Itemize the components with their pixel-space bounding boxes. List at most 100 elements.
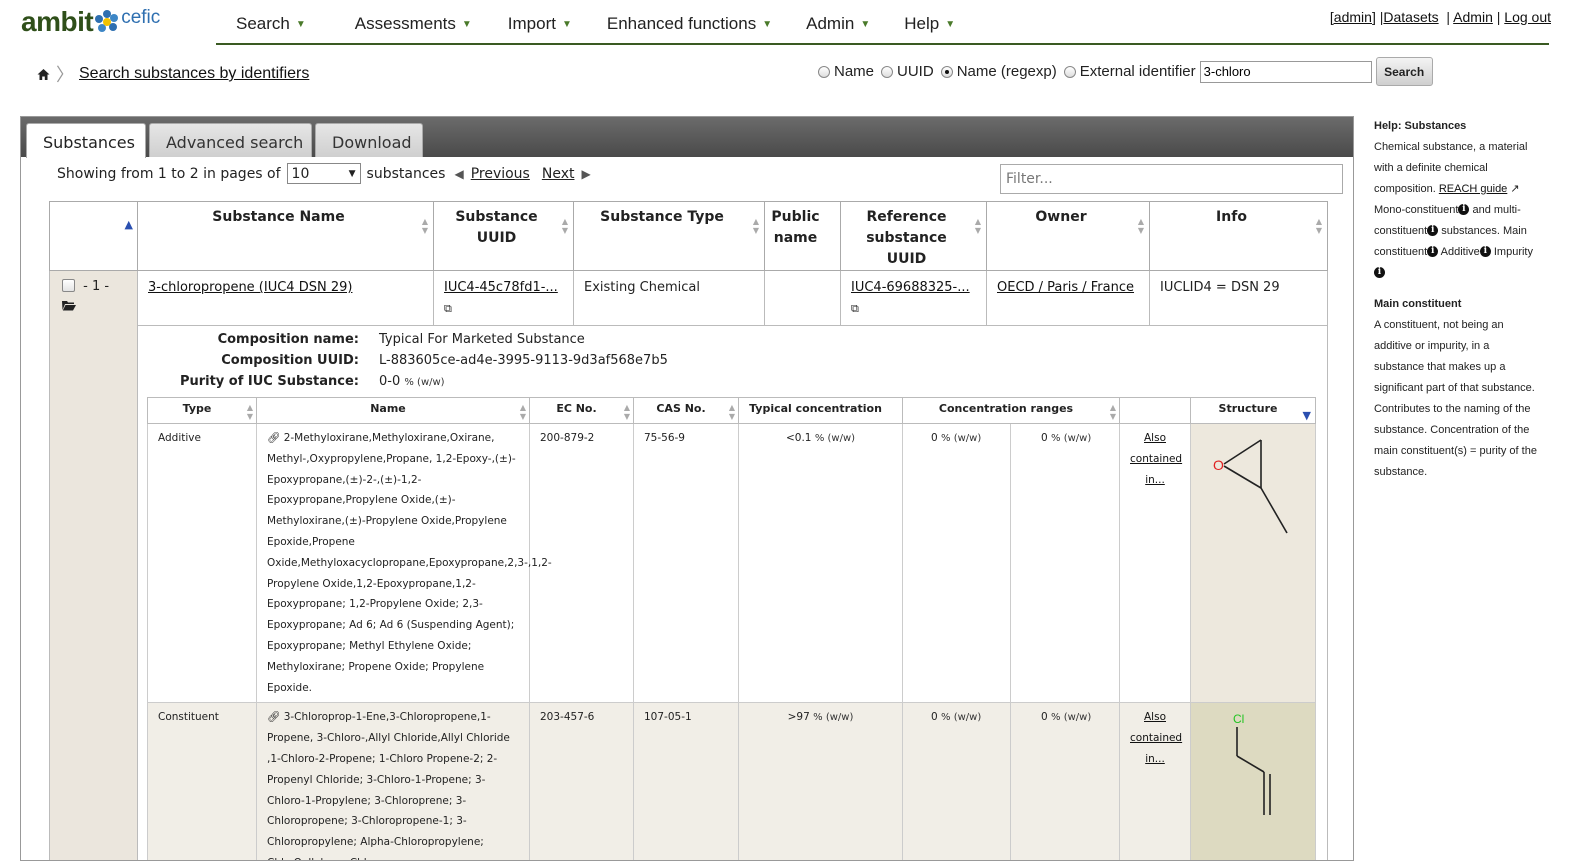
previous-arrow-icon[interactable]: ◀: [454, 167, 463, 181]
sort-icon: ▲▼: [975, 217, 981, 235]
column-type[interactable]: Type▲▼: [148, 398, 257, 424]
info-icon[interactable]: i: [1427, 246, 1438, 257]
typical-concentration: >97 % (w/w): [739, 703, 903, 861]
column-info[interactable]: Info▲▼: [1150, 202, 1328, 271]
column-concentration-ranges[interactable]: Concentration ranges▲▼: [903, 398, 1120, 424]
also-contained-cell: Also contained in...: [1120, 424, 1191, 703]
caret-down-icon: ▼: [562, 19, 572, 30]
column-substance-name[interactable]: Substance Name▲▼: [138, 202, 434, 271]
unit-text: substances: [367, 166, 446, 182]
filter-input[interactable]: Filter...: [1000, 164, 1343, 194]
tab-download[interactable]: Download: [315, 123, 423, 157]
link-icon[interactable]: 🔗︎: [267, 432, 280, 444]
owner-link[interactable]: OECD / Paris / France: [997, 280, 1134, 295]
logo-cefic-text: cefic: [121, 7, 160, 29]
column-ec-no[interactable]: EC No.▲▼: [530, 398, 634, 424]
range-low-value: 0: [931, 711, 938, 723]
also-contained-cell: Also contained in...: [1120, 703, 1191, 861]
column-structure[interactable]: Structure▼: [1191, 398, 1316, 424]
composition-header-row: Type▲▼ Name▲▼ EC No.▲▼ CAS No.▲▼ Typical…: [148, 398, 1316, 424]
column-select[interactable]: ▲: [50, 202, 138, 271]
radio-button[interactable]: [1064, 66, 1076, 78]
column-reference-uuid[interactable]: Reference substance UUID▲▼: [841, 202, 987, 271]
purity-unit: % (w/w): [404, 377, 444, 388]
nav-help[interactable]: Help▼: [904, 0, 955, 34]
propylene-oxide-structure[interactable]: O: [1191, 424, 1315, 544]
sort-icon: ▲▼: [1110, 403, 1116, 421]
next-arrow-icon[interactable]: ▶: [581, 167, 590, 181]
radio-name-regexp[interactable]: Name (regexp): [941, 63, 1057, 80]
logo[interactable]: ambit cefic: [21, 4, 160, 40]
component-name: 2-Methyloxirane,Methyloxirane,Oxirane, M…: [267, 432, 552, 694]
table-header-row: ▲ Substance Name▲▼ Substance UUID▲▼ Subs…: [50, 202, 1328, 271]
logout-link[interactable]: Log out: [1504, 9, 1551, 25]
radio-external-identifier[interactable]: External identifier: [1064, 63, 1196, 80]
search-input[interactable]: [1200, 61, 1372, 83]
substance-name-link[interactable]: 3-chloropropene (IUC4 DSN 29): [148, 280, 352, 295]
sort-icon: ▲▼: [562, 217, 568, 235]
nav-assessments-label: Assessments: [355, 14, 456, 33]
copy-icon[interactable]: ⧉: [851, 302, 859, 315]
sort-icon: ▲▼: [753, 217, 759, 235]
composition-detail-cell: Composition name:Typical For Marketed Su…: [138, 326, 1328, 861]
external-link-icon[interactable]: ↗: [1510, 183, 1519, 195]
substance-uuid-link[interactable]: IUC4-45c78fd1-...: [444, 280, 558, 295]
radio-name[interactable]: Name: [818, 63, 874, 80]
row-checkbox[interactable]: [62, 279, 75, 292]
page-size-select[interactable]: 10▼: [287, 163, 361, 184]
datasets-link[interactable]: Datasets: [1383, 9, 1438, 25]
next-link[interactable]: Next: [542, 166, 575, 182]
tab-advanced-search[interactable]: Advanced search: [149, 123, 312, 157]
header-label: Owner: [1035, 209, 1086, 225]
allyl-chloride-structure[interactable]: Cl: [1191, 703, 1315, 823]
page-title[interactable]: Search substances by identifiers: [79, 65, 309, 83]
composition-info: Composition name:Typical For Marketed Su…: [147, 329, 1317, 393]
info-icon[interactable]: i: [1374, 267, 1385, 278]
radio-uuid[interactable]: UUID: [881, 63, 934, 80]
column-public-name[interactable]: Public name: [765, 202, 841, 271]
nav-import[interactable]: Import▼: [508, 0, 572, 34]
cas-number: 75-56-9: [634, 424, 739, 703]
folder-open-icon[interactable]: [62, 300, 76, 311]
info-icon[interactable]: i: [1458, 204, 1469, 215]
unit: % (w/w): [815, 433, 855, 444]
chlorine-atom-label: Cl: [1233, 712, 1244, 726]
column-substance-type[interactable]: Substance Type▲▼: [574, 202, 765, 271]
nav-enhanced-functions[interactable]: Enhanced functions▼: [607, 0, 772, 34]
help-additive: Additive: [1441, 246, 1480, 258]
radio-button[interactable]: [881, 66, 893, 78]
reference-uuid-link[interactable]: IUC4-69688325-...: [851, 280, 970, 295]
owner-cell: OECD / Paris / France: [987, 271, 1150, 326]
sort-icon: ▲▼: [1138, 217, 1144, 235]
sort-icon: ▲▼: [624, 403, 630, 421]
nav-admin[interactable]: Admin▼: [806, 0, 870, 34]
tab-substances[interactable]: Substances: [26, 123, 146, 158]
user-links: [admin] |Datasets | Admin | Log out: [1330, 9, 1551, 25]
column-owner[interactable]: Owner ▲▼: [987, 202, 1150, 271]
admin-link[interactable]: Admin: [1453, 9, 1493, 25]
radio-button-checked[interactable]: [941, 66, 953, 78]
reach-guide-link[interactable]: REACH guide: [1439, 183, 1507, 195]
column-name[interactable]: Name▲▼: [257, 398, 530, 424]
column-cas-no[interactable]: CAS No.▲▼: [634, 398, 739, 424]
nav-assessments[interactable]: Assessments▼: [355, 0, 472, 34]
radio-button[interactable]: [818, 66, 830, 78]
also-contained-link[interactable]: Also contained in...: [1130, 711, 1182, 765]
previous-link[interactable]: Previous: [471, 166, 530, 182]
substance-type-cell: Existing Chemical: [574, 271, 765, 326]
reference-uuid-cell: IUC4-69688325-... ⧉: [841, 271, 987, 326]
copy-icon[interactable]: ⧉: [444, 302, 452, 315]
info-icon[interactable]: i: [1427, 225, 1438, 236]
component-name-cell: 🔗︎ 2-Methyloxirane,Methyloxirane,Oxirane…: [257, 424, 530, 703]
home-icon[interactable]: [37, 68, 50, 81]
column-typical-concentration[interactable]: Typical concentration: [739, 398, 903, 424]
column-substance-uuid[interactable]: Substance UUID▲▼: [434, 202, 574, 271]
info-icon[interactable]: i: [1480, 246, 1491, 257]
also-contained-link[interactable]: Also contained in...: [1130, 432, 1182, 486]
user-link[interactable]: [admin]: [1330, 9, 1376, 25]
typical-value: >97: [788, 711, 810, 723]
nav-search[interactable]: Search▼: [236, 0, 306, 34]
header-label: Substance Name: [212, 209, 344, 225]
link-icon[interactable]: 🔗︎: [267, 711, 280, 723]
search-button[interactable]: Search: [1376, 57, 1433, 86]
